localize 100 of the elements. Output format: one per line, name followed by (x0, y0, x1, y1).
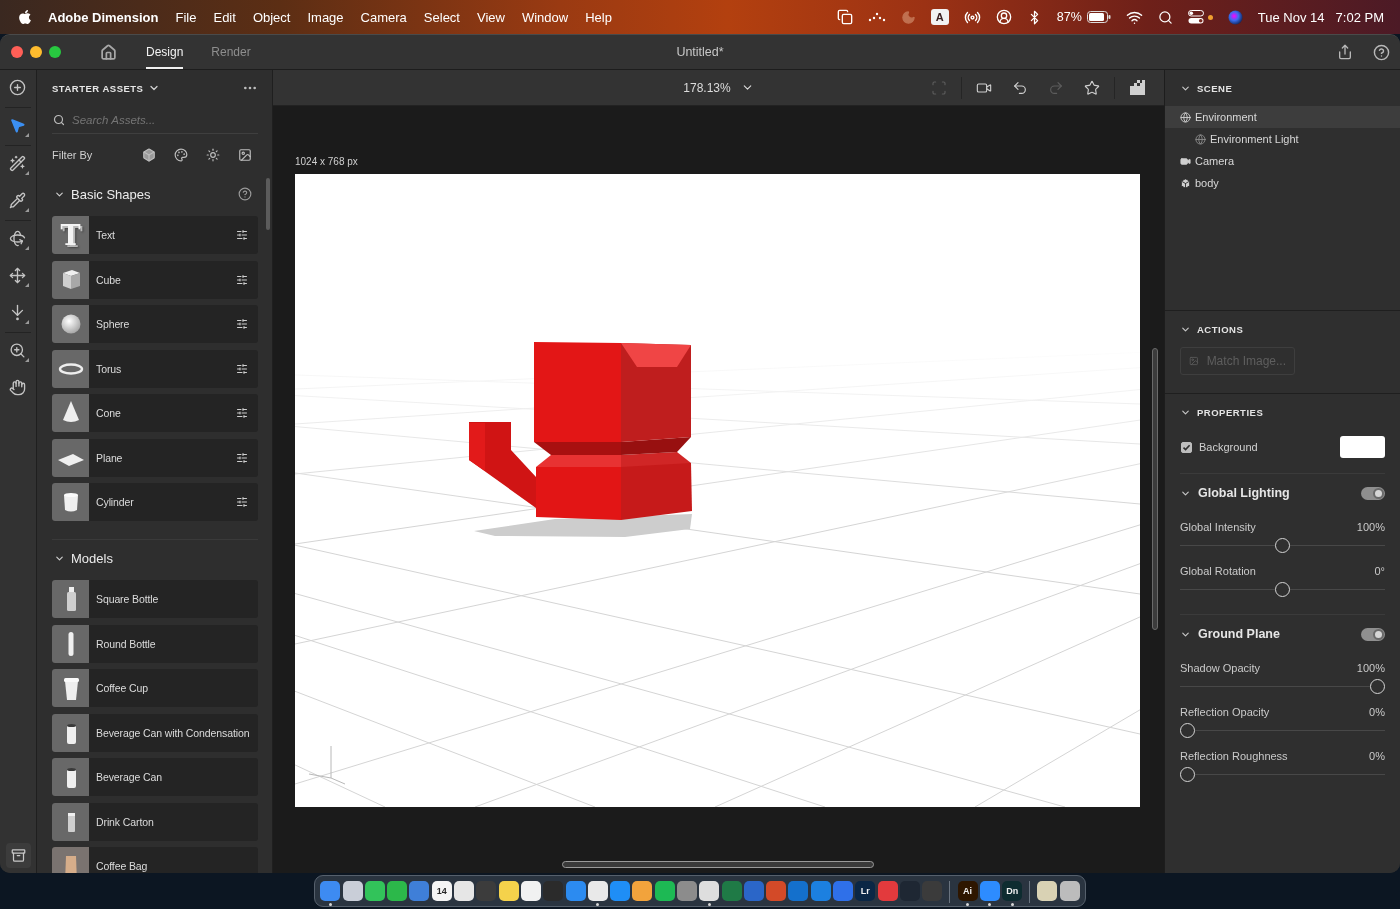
section-title: Models (71, 550, 113, 566)
scrollbar-thumb[interactable] (562, 861, 874, 868)
scrollbar-thumb[interactable] (1152, 348, 1158, 630)
app-icon[interactable] (454, 881, 474, 901)
toggle-switch[interactable] (1361, 486, 1385, 500)
app-icon[interactable] (632, 881, 653, 901)
app-tile[interactable]: 14 (431, 881, 452, 901)
app-icon[interactable] (387, 881, 408, 901)
minimize-button[interactable] (30, 46, 42, 58)
archive-icon[interactable] (5, 843, 31, 868)
zoom-icon[interactable] (7, 341, 29, 362)
apple-icon[interactable] (17, 9, 33, 25)
magic-wand-icon[interactable] (7, 154, 29, 175)
tab[interactable]: Design (146, 35, 184, 69)
menu-item[interactable]: View (477, 9, 505, 25)
asset-card[interactable]: Beverage Can with Condensation (52, 713, 258, 752)
tree-item[interactable]: Camera (1165, 150, 1400, 172)
menu-item[interactable]: Select (423, 9, 460, 25)
home-icon[interactable] (100, 43, 117, 61)
menu-item[interactable]: Image (307, 9, 344, 25)
asset-card[interactable]: Square Bottle (52, 580, 258, 618)
app-icon[interactable] (587, 881, 608, 901)
help-icon[interactable] (238, 187, 252, 201)
menu-item[interactable]: Object (252, 9, 291, 25)
asset-name: Coffee Cup (96, 682, 148, 694)
slider-thumb[interactable] (1275, 537, 1290, 553)
checkbox[interactable] (1181, 441, 1192, 453)
slider-thumb[interactable] (1370, 678, 1385, 694)
sliders-icon[interactable] (236, 229, 248, 241)
scrollbar-thumb[interactable] (266, 178, 270, 230)
eyedropper-icon[interactable] (7, 191, 29, 212)
asset-card[interactable]: Sphere (52, 305, 258, 343)
tree-item[interactable]: body (1165, 172, 1400, 194)
maximize-button[interactable] (49, 46, 61, 58)
asset-card[interactable]: Round Bottle (52, 624, 258, 663)
app-icon[interactable] (699, 881, 720, 901)
sliders-icon[interactable] (236, 451, 248, 464)
slider-value: 100% (1356, 662, 1385, 674)
menu-item[interactable]: Window (521, 9, 569, 25)
input-source-menu[interactable]: A (930, 9, 949, 25)
asset-card[interactable]: Cone (52, 394, 258, 432)
asset-name: Beverage Can with Condensation (96, 726, 250, 739)
siri-icon[interactable] (1227, 9, 1243, 25)
image-icon[interactable] (238, 148, 252, 162)
sliders-icon[interactable] (236, 362, 248, 375)
overlapping-squares-icon[interactable] (836, 9, 853, 25)
tree-item[interactable]: Environment (1165, 106, 1400, 128)
search-icon[interactable] (1157, 9, 1173, 25)
asset-card[interactable]: Coffee Cup (52, 669, 258, 707)
rotate-icon[interactable] (7, 229, 29, 250)
app-menu[interactable]: Adobe Dimension (48, 9, 159, 25)
battery-icon[interactable] (1086, 11, 1111, 23)
app-tile[interactable]: Dn (1002, 881, 1023, 901)
close-button[interactable] (11, 46, 23, 58)
sun-icon[interactable] (206, 148, 220, 162)
app-icon[interactable] (498, 881, 519, 901)
dots-icon[interactable] (867, 12, 886, 22)
menu-item[interactable]: Help (585, 9, 612, 25)
help-icon[interactable] (1373, 43, 1390, 61)
cat-model[interactable] (469, 342, 692, 520)
menu-item[interactable]: Camera (360, 9, 407, 25)
asset-card[interactable]: Beverage Can (52, 758, 258, 796)
user-icon[interactable] (995, 9, 1012, 25)
slider-thumb[interactable] (1180, 766, 1195, 782)
app-tile[interactable]: Ai (957, 881, 978, 901)
app-icon[interactable] (364, 881, 385, 901)
app-tile[interactable]: Lr (855, 881, 876, 901)
cube-icon[interactable] (142, 148, 156, 162)
app-icon[interactable] (342, 881, 363, 901)
asset-card[interactable]: Cube (52, 260, 258, 299)
app-icon[interactable] (654, 881, 675, 901)
menu-item[interactable]: File (175, 9, 197, 25)
share-icon[interactable] (1337, 44, 1353, 60)
asset-card[interactable]: Plane (52, 438, 258, 477)
zoom-dropdown[interactable]: 178.13% (677, 76, 760, 99)
app-icon[interactable] (520, 881, 541, 901)
asset-card[interactable]: Torus (52, 349, 258, 388)
move-icon[interactable] (7, 266, 29, 287)
tree-item[interactable]: Environment Light (1165, 128, 1400, 150)
control-center-icon[interactable] (1187, 10, 1204, 24)
slider-thumb[interactable] (1180, 722, 1195, 738)
palette-icon[interactable] (174, 148, 188, 162)
search-field[interactable]: Search Assets... (72, 109, 258, 130)
cube-icon (1180, 177, 1191, 189)
asset-card[interactable]: T Text (52, 216, 258, 254)
sliders-icon[interactable] (236, 407, 248, 419)
checkerboard-icon[interactable] (1127, 77, 1147, 98)
app-icon[interactable] (1059, 881, 1080, 901)
asset-card[interactable]: Coffee Bag (52, 847, 258, 873)
sliders-icon[interactable] (236, 496, 248, 508)
tab[interactable]: Render (211, 35, 251, 69)
sliders-icon[interactable] (236, 318, 248, 330)
slider-thumb[interactable] (1275, 581, 1290, 597)
asset-card[interactable]: Drink Carton (52, 802, 258, 841)
color-swatch-icon[interactable] (1340, 436, 1385, 458)
toggle-switch[interactable] (1361, 627, 1385, 641)
sliders-icon[interactable] (236, 273, 248, 286)
asset-card[interactable]: Cylinder (52, 483, 258, 521)
app-icon[interactable] (1037, 881, 1058, 901)
menu-item[interactable]: Edit (213, 9, 236, 25)
